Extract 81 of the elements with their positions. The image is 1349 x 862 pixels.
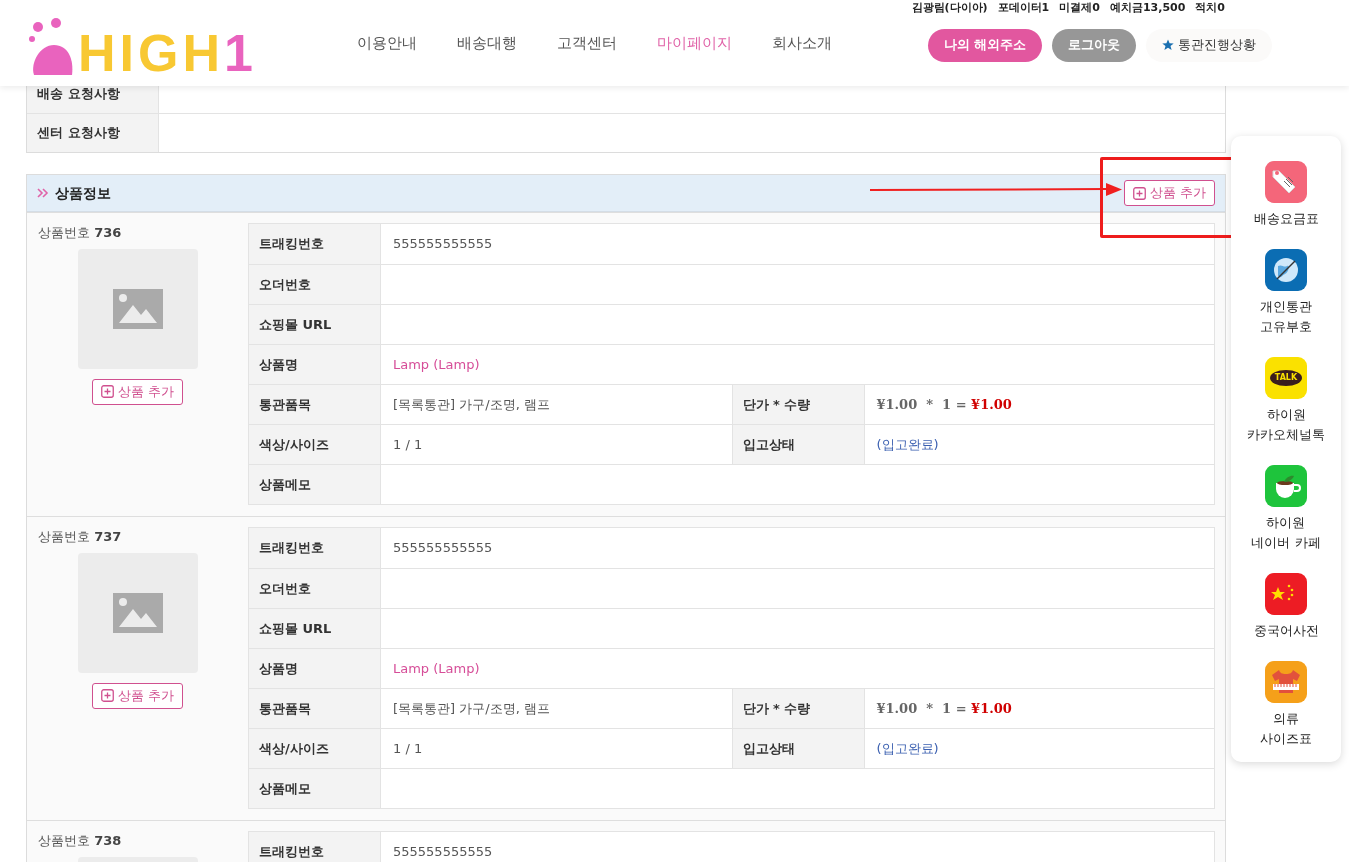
product-name-link[interactable]: Lamp (Lamp): [393, 354, 480, 375]
price-text: ¥1.00 * 1 = ¥1.00: [876, 395, 1012, 414]
quick-menu-label: 고유부호: [1260, 318, 1312, 336]
product-number: 상품번호 738: [37, 832, 122, 850]
star-icon: [1162, 39, 1175, 51]
product-number: 상품번호 736: [37, 224, 122, 242]
customs-status-button[interactable]: 통관진행상황: [1146, 28, 1273, 62]
nav-link[interactable]: 고객센터: [556, 31, 617, 55]
field-value: 1 / 1: [393, 739, 423, 758]
quick-menu-item[interactable]: TALK 하이원 카카오체널톡: [1247, 357, 1325, 445]
field-label: 상품명: [259, 355, 298, 374]
field-label: 색상/사이즈: [259, 739, 329, 758]
field-value: [목록통관] 가구/조명, 램프: [393, 395, 550, 414]
user-status-text: 미결제0: [1059, 1, 1100, 14]
chat-bubble-icon: TALK: [1265, 357, 1307, 399]
field-label: 상품메모: [259, 779, 311, 798]
quick-menu-label: 배송요금표: [1253, 210, 1319, 228]
quick-menu-item[interactable]: 하이원 네이버 카페: [1251, 465, 1321, 553]
field-label: 입고상태: [742, 739, 795, 758]
field-label: 트래킹번호: [259, 235, 324, 254]
field-label: 상품메모: [259, 475, 311, 494]
image-icon: [112, 288, 163, 329]
field-label: 단가 * 수량: [742, 395, 811, 414]
add-product-button[interactable]: 상품 추가: [1123, 180, 1215, 206]
user-status-text: 적치0: [1195, 1, 1225, 14]
field-label: 쇼핑몰 URL: [259, 619, 332, 638]
field-value: 555555555555: [393, 843, 493, 862]
user-status-text: 김광림(다이아): [911, 1, 988, 14]
field-label: 센터 요청사항: [37, 124, 120, 143]
price-text: ¥1.00 * 1 = ¥1.00: [876, 699, 1012, 718]
logo-text: HIGH1: [78, 27, 257, 79]
plus-square-icon: [100, 689, 114, 702]
quick-menu-label: 개인통관: [1260, 298, 1312, 316]
flag-icon: [1265, 573, 1307, 615]
shirt-icon: [1265, 661, 1307, 703]
quick-menu-label: 하이원: [1266, 514, 1306, 532]
quick-menu-label: 하이원: [1266, 406, 1306, 424]
nav-link[interactable]: 이용안내: [356, 31, 417, 55]
nav-link[interactable]: 회사소개: [771, 31, 832, 55]
double-chevron-icon: [37, 188, 49, 198]
user-status-text: 예치금13,500: [1109, 1, 1186, 14]
quick-menu-item[interactable]: 개인통관 고유부호: [1260, 249, 1312, 337]
field-value: 555555555555: [393, 235, 493, 254]
quick-menu-item[interactable]: 중국어사전: [1253, 573, 1319, 641]
plus-square-icon: [100, 385, 114, 398]
quick-menu-item[interactable]: 배송요금표: [1253, 161, 1319, 229]
field-label: 배송 요청사항: [37, 84, 120, 103]
quick-menu-label: 네이버 카페: [1251, 534, 1321, 552]
field-label: 통관품목: [259, 395, 311, 414]
field-label: 오더번호: [259, 579, 311, 598]
field-label: 색상/사이즈: [259, 435, 329, 454]
field-value: 555555555555: [393, 539, 493, 558]
field-label: 단가 * 수량: [742, 699, 811, 718]
quick-menu-label: 중국어사전: [1253, 622, 1319, 640]
field-label: 트래킹번호: [259, 843, 324, 862]
status-text: (입고완료): [876, 435, 939, 454]
add-product-button[interactable]: 상품 추가: [91, 378, 184, 405]
product-name-link[interactable]: Lamp (Lamp): [393, 658, 480, 679]
quick-menu-label: 카카오체널톡: [1247, 426, 1325, 444]
globe-icon: [1265, 249, 1307, 291]
status-text: (입고완료): [876, 739, 939, 758]
nav-link[interactable]: 배송대행: [456, 31, 517, 55]
quick-menu-label: 사이즈표: [1260, 730, 1312, 748]
field-label: 입고상태: [742, 435, 795, 454]
product-number: 상품번호 737: [37, 528, 122, 546]
plus-square-icon: [1132, 186, 1146, 200]
field-label: 통관품목: [259, 699, 311, 718]
field-label: 오더번호: [259, 275, 311, 294]
quick-menu-item[interactable]: 의류 사이즈표: [1260, 661, 1312, 749]
user-status-text: 포데이터1: [997, 1, 1050, 14]
field-value: 1 / 1: [393, 435, 423, 454]
field-label: 상품명: [259, 659, 298, 678]
coffee-cup-icon: [1265, 465, 1307, 507]
price-tag-icon: [1265, 161, 1307, 203]
field-label: 트래킹번호: [259, 539, 324, 558]
field-label: 쇼핑몰 URL: [259, 315, 332, 334]
field-value: [목록통관] 가구/조명, 램프: [393, 699, 550, 718]
quick-menu-label: 의류: [1273, 710, 1299, 728]
image-icon: [112, 592, 163, 633]
add-product-button[interactable]: 상품 추가: [91, 682, 184, 709]
section-title: 상품정보: [55, 183, 111, 203]
